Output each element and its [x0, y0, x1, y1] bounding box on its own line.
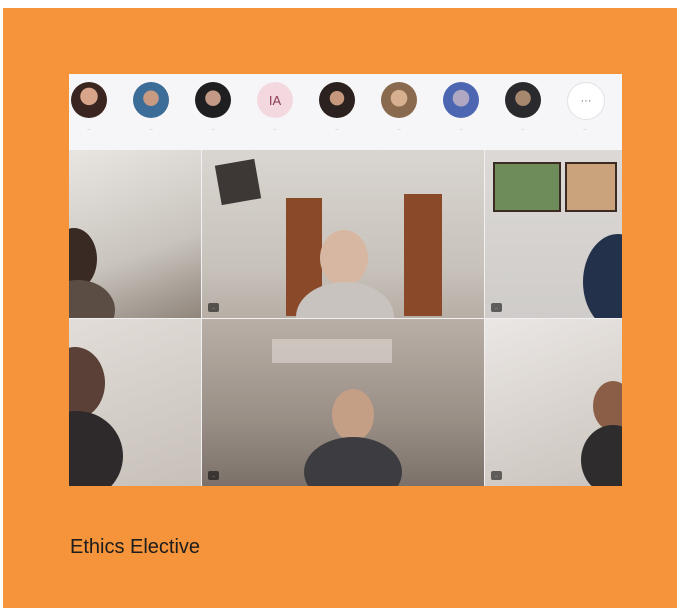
- avatar-initials: IA: [257, 82, 293, 118]
- participant-strip: ... ... ... IA ... ... ... ... ... ··· .…: [69, 74, 622, 150]
- ceiling-light: [272, 339, 392, 363]
- participant-name: ...: [87, 126, 91, 131]
- participant-label: ...: [491, 471, 503, 480]
- participant-name: ...: [149, 126, 153, 131]
- participant-label: ...: [208, 303, 220, 312]
- participant-label: ...: [491, 303, 503, 312]
- participant-avatar[interactable]: ...: [307, 82, 367, 142]
- avatar: [195, 82, 231, 118]
- participant-avatar[interactable]: ...: [183, 82, 243, 142]
- video-tile[interactable]: ...: [202, 319, 484, 486]
- participant-avatar[interactable]: ...: [493, 82, 553, 142]
- caption-title: Ethics Elective: [70, 536, 201, 558]
- see-all-label: ...: [583, 126, 587, 131]
- video-tile[interactable]: [69, 150, 201, 318]
- wall-object: [214, 158, 262, 206]
- more-icon: ···: [567, 82, 605, 120]
- post-card: ... ... ... IA ... ... ... ... ... ··· .…: [3, 8, 677, 608]
- person-body: [581, 425, 622, 486]
- participant-name: ...: [273, 126, 277, 131]
- person-head: [69, 347, 105, 419]
- wall-picture: [493, 162, 561, 212]
- participant-name: ...: [459, 126, 463, 131]
- person-body: [304, 437, 402, 486]
- participant-avatar[interactable]: ...: [121, 82, 181, 142]
- door: [404, 194, 442, 316]
- participant-avatar[interactable]: ...: [369, 82, 429, 142]
- person-head: [320, 230, 368, 286]
- participant-label: ...: [208, 471, 220, 480]
- participant-name: ...: [521, 126, 525, 131]
- avatar: [381, 82, 417, 118]
- video-call-screenshot: ... ... ... IA ... ... ... ... ... ··· .…: [69, 74, 622, 486]
- see-all-participants[interactable]: ··· ...: [555, 82, 615, 142]
- person-head: [332, 389, 374, 441]
- participant-name: ...: [335, 126, 339, 131]
- video-tile[interactable]: [69, 319, 201, 486]
- person-head: [593, 381, 622, 431]
- avatar: [71, 82, 107, 118]
- participant-avatar[interactable]: IA ...: [245, 82, 305, 142]
- avatar: [319, 82, 355, 118]
- video-tile[interactable]: ...: [485, 319, 622, 486]
- participant-avatar[interactable]: ...: [431, 82, 491, 142]
- person-body: [583, 234, 622, 318]
- participant-name: ...: [397, 126, 401, 131]
- avatar: [133, 82, 169, 118]
- person-body: [69, 411, 123, 486]
- video-tile[interactable]: ...: [202, 150, 484, 318]
- participant-avatar[interactable]: ...: [69, 82, 119, 142]
- video-tile[interactable]: ...: [485, 150, 622, 318]
- wall-picture: [565, 162, 617, 212]
- avatar: [505, 82, 541, 118]
- person-body: [69, 280, 115, 318]
- avatar: [443, 82, 479, 118]
- participant-name: ...: [211, 126, 215, 131]
